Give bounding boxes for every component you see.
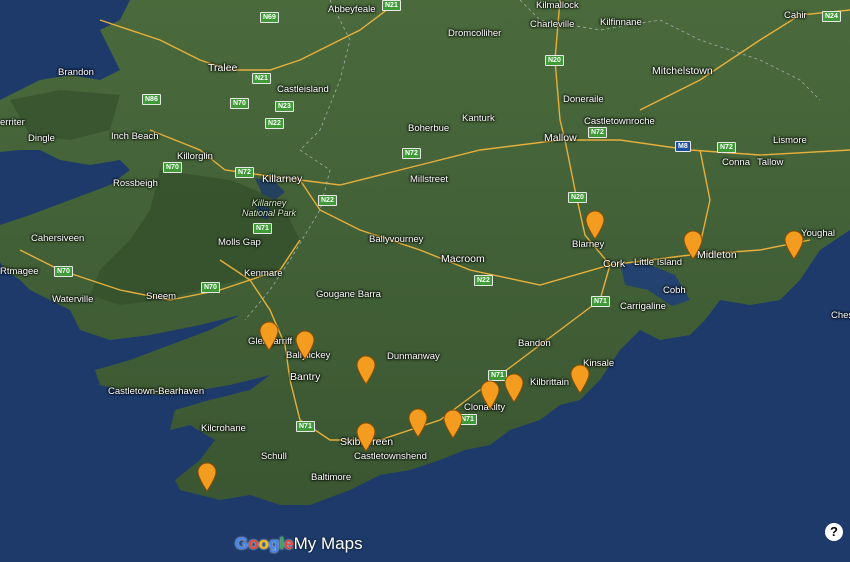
road-shield-m8: M8 — [675, 141, 691, 152]
place-kilbrittain: Kilbrittain — [530, 377, 570, 388]
map-marker-icon[interactable] — [480, 380, 500, 410]
place-waterville: Waterville — [52, 294, 94, 305]
place-mallow: Mallow — [544, 132, 577, 144]
place-killarney-national-park: Killarney National Park — [241, 198, 297, 218]
place-doneraile: Doneraile — [563, 94, 604, 105]
map-marker-icon[interactable] — [585, 210, 605, 240]
place-brandon: Brandon — [58, 67, 94, 78]
google-my-maps-logo: GoogleMy Maps — [235, 534, 363, 553]
road-shield-n22c: N22 — [474, 275, 493, 286]
place-kilmallock: Kilmallock — [536, 0, 579, 11]
road-shield-n69: N69 — [260, 12, 279, 23]
map-marker-icon[interactable] — [295, 330, 315, 360]
road-shield-n22b: N22 — [318, 195, 337, 206]
map-marker-icon[interactable] — [683, 230, 703, 260]
place-killarney: Killarney — [262, 173, 303, 185]
map-marker-icon[interactable] — [259, 321, 279, 351]
place-cobh: Cobh — [663, 285, 686, 296]
road-shield-n72b: N72 — [588, 127, 607, 138]
place-baltimore: Baltimore — [311, 472, 352, 483]
map-marker-icon[interactable] — [356, 355, 376, 385]
place-rossbeigh: Rossbeigh — [113, 178, 158, 189]
place-blarney: Blarney — [572, 239, 605, 250]
road-shield-n21b: N21 — [252, 73, 271, 84]
place-bantry: Bantry — [290, 371, 321, 383]
place-castletownshend: Castletownshend — [354, 451, 427, 462]
road-shield-n70c: N70 — [54, 266, 73, 277]
place-little-island: Little Island — [634, 257, 683, 268]
place-tralee: Tralee — [208, 62, 238, 74]
road-shield-n72: N72 — [402, 148, 421, 159]
place-kilfinnane: Kilfinnane — [600, 17, 642, 28]
road-shield-n71d: N71 — [296, 421, 315, 432]
place-youghal: Youghal — [801, 228, 835, 239]
place-sneem: Sneem — [146, 291, 177, 302]
map-marker-icon[interactable] — [408, 408, 428, 438]
place-cork: Cork — [603, 258, 626, 270]
place-cahersiveen: Cahersiveen — [31, 233, 85, 244]
place-bandon: Bandon — [518, 338, 551, 349]
place-abbeyfeale: Abbeyfeale — [328, 4, 376, 15]
place-carrigaline: Carrigaline — [620, 301, 666, 312]
place-macroom: Macroom — [441, 253, 485, 265]
place-erriter: erriter — [0, 117, 25, 128]
map-canvas[interactable]: Abbeyfeale Charleville Kilfinnane Cahir … — [0, 0, 850, 562]
place-inch-beach: Inch Beach — [111, 131, 159, 142]
place-kanturk: Kanturk — [462, 113, 495, 124]
place-conna: Conna — [722, 157, 750, 168]
road-shield-n70: N70 — [230, 98, 249, 109]
map-marker-icon[interactable] — [570, 364, 590, 394]
map-marker-icon[interactable] — [784, 230, 804, 260]
place-gougane-barra: Gougane Barra — [316, 289, 381, 300]
road-shield-n71b: N71 — [591, 296, 610, 307]
place-mitchelstown: Mitchelstown — [652, 65, 713, 77]
place-dromcolliher: Dromcolliher — [448, 28, 502, 39]
road-shield-n70d: N70 — [201, 282, 220, 293]
place-boherbue: Boherbue — [408, 123, 450, 134]
help-button[interactable]: ? — [825, 523, 843, 541]
road-shield-n22: N22 — [265, 118, 284, 129]
map-marker-icon[interactable] — [504, 373, 524, 403]
place-castletown-bearhaven: Castletown-Bearhaven — [108, 386, 205, 397]
place-castletownroche: Castletownroche — [584, 116, 655, 127]
place-rtmagee: Rtmagee — [0, 266, 39, 277]
place-dingle: Dingle — [28, 133, 55, 144]
road-shield-n21: N21 — [382, 0, 401, 11]
place-lismore: Lismore — [773, 135, 807, 146]
road-shield-n20: N20 — [545, 55, 564, 66]
place-molls-gap: Molls Gap — [218, 237, 261, 248]
road-shield-n72c: N72 — [717, 142, 736, 153]
road-shield-n71: N71 — [253, 223, 272, 234]
place-castleisland: Castleisland — [277, 84, 329, 95]
road-shield-n20b: N20 — [568, 192, 587, 203]
place-charleville: Charleville — [530, 19, 575, 30]
place-ches: Ches — [831, 310, 850, 321]
road-shield-n23: N23 — [275, 101, 294, 112]
road-shield-n72d: N72 — [235, 167, 254, 178]
map-terrain — [0, 0, 850, 562]
place-kenmare: Kenmare — [244, 268, 283, 279]
road-shield-n70b: N70 — [163, 162, 182, 173]
place-ballyvourney: Ballyvourney — [369, 234, 424, 245]
place-tallow: Tallow — [757, 157, 784, 168]
place-kilcrohane: Kilcrohane — [201, 423, 246, 434]
map-marker-icon[interactable] — [443, 409, 463, 439]
map-marker-icon[interactable] — [197, 462, 217, 492]
road-shield-n86: N86 — [142, 94, 161, 105]
place-schull: Schull — [261, 451, 287, 462]
road-shield-n24: N24 — [822, 11, 841, 22]
place-killorglin: Killorglin — [177, 151, 213, 162]
place-millstreet: Millstreet — [410, 174, 449, 185]
place-dunmanway: Dunmanway — [387, 351, 440, 362]
place-cahir: Cahir — [784, 10, 807, 21]
map-marker-icon[interactable] — [356, 422, 376, 452]
